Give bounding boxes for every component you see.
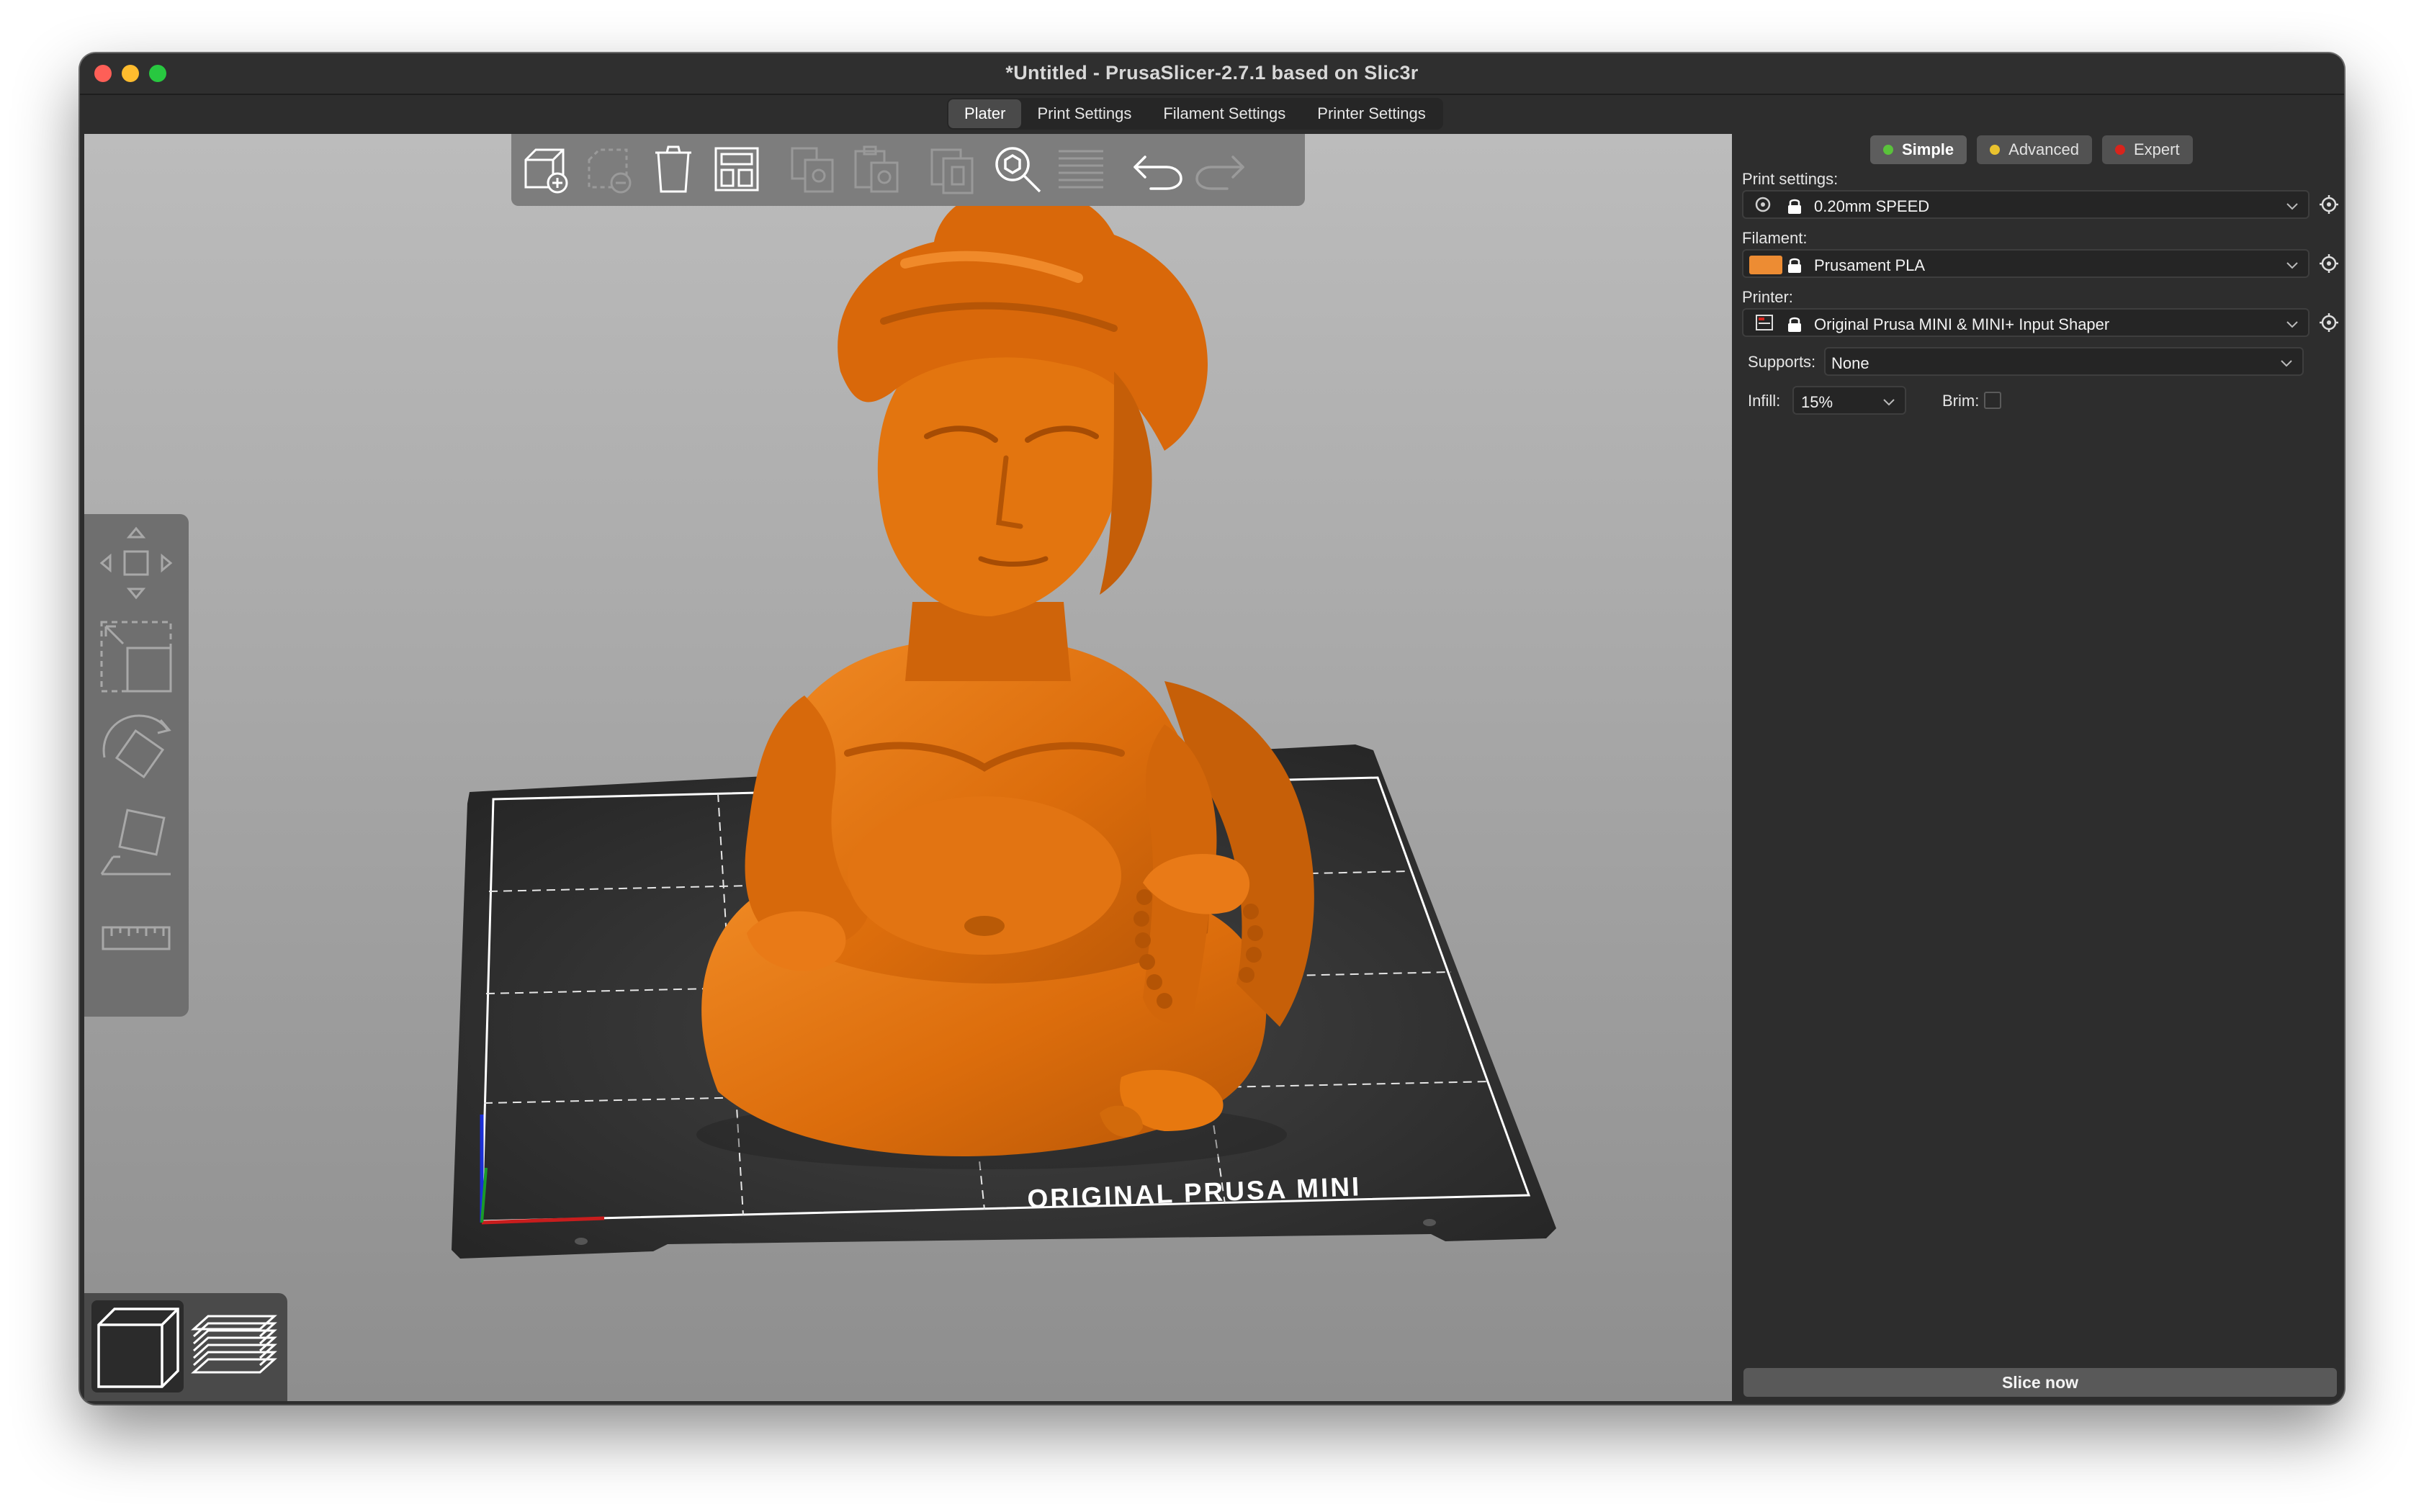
- print-settings-gear-icon[interactable]: [2318, 194, 2340, 215]
- mode-advanced-button[interactable]: Advanced: [1977, 135, 2092, 164]
- print-settings-combo[interactable]: 0.20mm SPEED: [1742, 190, 2309, 219]
- infill-combo[interactable]: 15%: [1792, 386, 1906, 415]
- filament-color-swatch: [1749, 256, 1782, 274]
- 3d-viewport[interactable]: ORIGINAL PRUSA MINI: [84, 134, 1732, 1401]
- printer-label: Printer:: [1742, 288, 1793, 306]
- tab-plater[interactable]: Plater: [948, 99, 1022, 128]
- chevron-down-icon: [2286, 203, 2298, 210]
- tab-strip: Plater Print Settings Filament Settings …: [947, 98, 1443, 130]
- advanced-mode-dot: [1990, 145, 2001, 155]
- mode-expert-label: Expert: [2134, 140, 2180, 158]
- mode-simple-label: Simple: [1902, 140, 1954, 158]
- redo-icon[interactable]: [1193, 141, 1249, 197]
- supports-value: None: [1831, 354, 1869, 372]
- chevron-down-icon: [2286, 321, 2298, 328]
- view-switcher: [84, 1293, 287, 1401]
- paste-icon[interactable]: [848, 141, 904, 197]
- top-toolbar: [511, 134, 1305, 206]
- layers-editing-icon[interactable]: [1053, 141, 1109, 197]
- lock-icon: [1788, 317, 1801, 332]
- rotate-icon[interactable]: [91, 706, 181, 795]
- move-icon[interactable]: [91, 518, 181, 608]
- copy-icon[interactable]: [785, 141, 841, 197]
- tab-filament-settings[interactable]: Filament Settings: [1147, 99, 1301, 128]
- printer-icon: [1756, 315, 1773, 330]
- search-icon[interactable]: [989, 141, 1046, 197]
- place-on-face-icon[interactable]: [91, 799, 181, 888]
- filament-label: Filament:: [1742, 229, 1808, 247]
- delete-icon[interactable]: [582, 141, 638, 197]
- measure-icon[interactable]: [91, 893, 181, 982]
- tab-print-settings[interactable]: Print Settings: [1021, 99, 1147, 128]
- infill-label: Infill:: [1748, 392, 1781, 410]
- 3d-view-icon[interactable]: [91, 1300, 184, 1392]
- mode-selector: Simple Advanced Expert: [1870, 135, 2193, 164]
- 3d-scene: ORIGINAL PRUSA MINI: [452, 192, 1556, 1259]
- undo-icon[interactable]: [1129, 141, 1185, 197]
- mode-advanced-label: Advanced: [2008, 140, 2079, 158]
- arrange-icon[interactable]: [709, 141, 765, 197]
- mode-expert-button[interactable]: Expert: [2102, 135, 2193, 164]
- preview-icon[interactable]: [188, 1300, 280, 1392]
- instance-icon[interactable]: [926, 141, 982, 197]
- lock-icon: [1788, 258, 1801, 273]
- scale-icon[interactable]: [91, 612, 181, 701]
- print-settings-value: 0.20mm SPEED: [1814, 197, 1930, 215]
- infill-value: 15%: [1801, 393, 1833, 411]
- add-icon[interactable]: [519, 141, 575, 197]
- supports-combo[interactable]: None: [1824, 347, 2304, 376]
- supports-label: Supports:: [1748, 353, 1816, 371]
- chevron-down-icon: [1883, 399, 1895, 406]
- filament-gear-icon[interactable]: [2318, 253, 2340, 274]
- tab-bar: Plater Print Settings Filament Settings …: [80, 95, 2344, 132]
- printer-value: Original Prusa MINI & MINI+ Input Shaper: [1814, 315, 2110, 333]
- chevron-down-icon: [2281, 360, 2292, 367]
- printer-gear-icon[interactable]: [2318, 312, 2340, 333]
- sidebar: Simple Advanced Expert Print settings: 0…: [1736, 134, 2344, 1404]
- chevron-down-icon: [2286, 262, 2298, 269]
- delete-all-icon[interactable]: [645, 141, 701, 197]
- expert-mode-dot: [2115, 145, 2125, 155]
- filament-value: Prusament PLA: [1814, 256, 1926, 274]
- filament-combo[interactable]: Prusament PLA: [1742, 249, 2309, 278]
- lock-icon: [1788, 199, 1801, 214]
- slice-now-button[interactable]: Slice now: [1743, 1368, 2337, 1397]
- app-window: *Untitled - PrusaSlicer-2.7.1 based on S…: [80, 53, 2344, 1404]
- window-title: *Untitled - PrusaSlicer-2.7.1 based on S…: [1005, 62, 1419, 84]
- printer-combo[interactable]: Original Prusa MINI & MINI+ Input Shaper: [1742, 308, 2309, 337]
- brim-checkbox[interactable]: [1984, 392, 2001, 409]
- mode-simple-button[interactable]: Simple: [1870, 135, 1967, 164]
- buddha-model[interactable]: [696, 192, 1314, 1169]
- tab-printer-settings[interactable]: Printer Settings: [1301, 99, 1441, 128]
- title-bar: *Untitled - PrusaSlicer-2.7.1 based on S…: [80, 53, 2344, 95]
- print-settings-label: Print settings:: [1742, 170, 1839, 188]
- simple-mode-dot: [1883, 145, 1893, 155]
- left-toolbar: [84, 514, 189, 1017]
- system-preset-icon: [1755, 197, 1771, 212]
- brim-label: Brim:: [1942, 392, 1980, 410]
